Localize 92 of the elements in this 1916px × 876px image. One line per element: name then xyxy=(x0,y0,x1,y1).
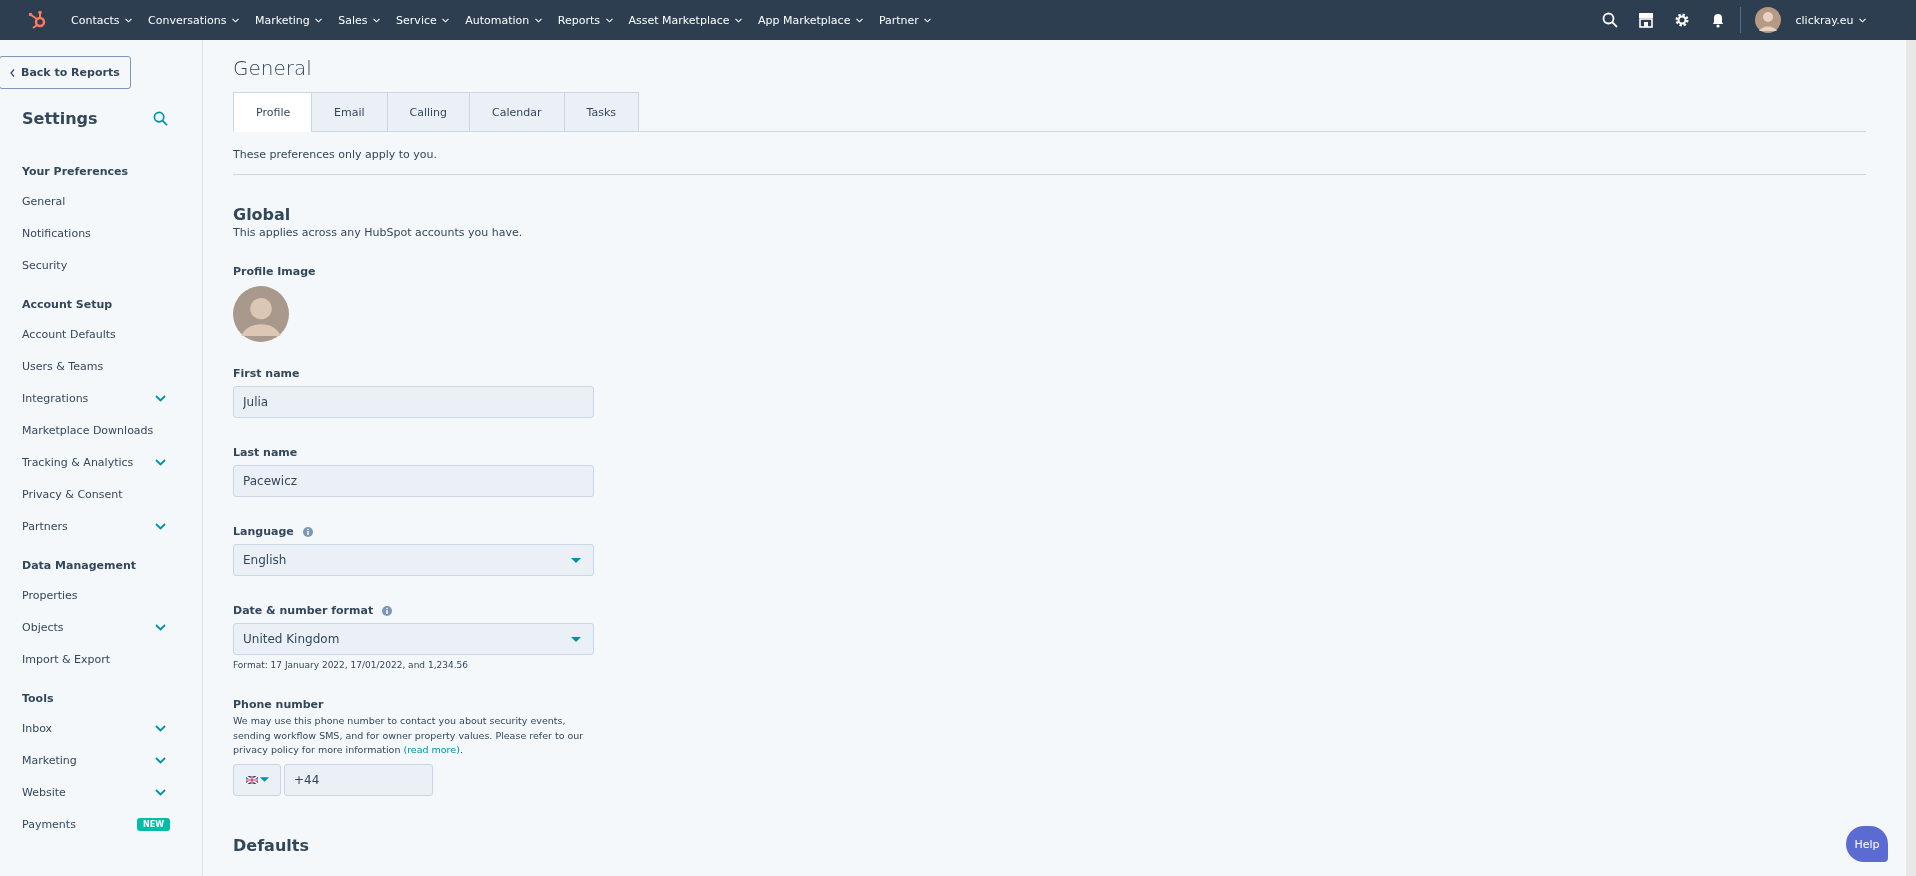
chevron-down-icon xyxy=(232,18,239,23)
sidebar-item[interactable]: Inbox xyxy=(22,721,53,735)
section-heading: Global xyxy=(233,205,292,224)
field-label: Date & number format xyxy=(233,604,374,617)
chevron-down-icon[interactable] xyxy=(155,788,166,796)
chevron-down-icon xyxy=(1859,18,1866,23)
chevron-down-icon[interactable] xyxy=(155,522,166,530)
sidebar-title: Settings xyxy=(22,109,98,128)
info-icon[interactable] xyxy=(382,605,393,616)
nav-menu[interactable]: Partner xyxy=(871,9,939,31)
scrollbar[interactable] xyxy=(1906,40,1916,876)
dropdown-select[interactable]: English xyxy=(233,544,594,576)
sidebar-item[interactable]: Objects xyxy=(22,620,64,634)
sidebar-item[interactable]: Privacy & Consent xyxy=(22,487,123,501)
nav-menu[interactable]: Sales xyxy=(331,9,388,31)
chevron-down-icon xyxy=(605,18,613,23)
caret-icon xyxy=(259,777,269,782)
nav-menu[interactable]: Asset Marketplace xyxy=(621,9,749,31)
tab[interactable]: Profile xyxy=(233,92,312,132)
tab[interactable]: Calendar xyxy=(469,92,565,132)
dropdown-select[interactable]: United Kingdom xyxy=(233,623,594,655)
field-label: First name xyxy=(233,367,300,380)
text-input-field[interactable]: Julia xyxy=(233,386,594,418)
chevron-down-icon[interactable] xyxy=(155,724,166,732)
read-more-link[interactable]: (read more) xyxy=(403,744,460,755)
chevron-down-icon xyxy=(125,18,133,23)
tab[interactable]: Email xyxy=(311,92,388,132)
sidebar-item[interactable]: Account Defaults xyxy=(22,327,116,341)
storefront-icon[interactable] xyxy=(1638,12,1655,28)
sidebar-item[interactable]: Marketplace Downloads xyxy=(22,423,154,437)
uk-flag-icon xyxy=(245,775,258,784)
info-icon[interactable] xyxy=(302,526,313,537)
sprocket-logo-icon[interactable] xyxy=(28,10,48,30)
format-hint: Format: 17 January 2022, 17/01/2022, and 1,234.56 xyxy=(233,660,469,670)
nav-menu[interactable]: Automation xyxy=(458,9,549,31)
nav-menu[interactable]: Marketing xyxy=(248,9,330,31)
tab[interactable]: Tasks xyxy=(563,92,640,132)
text-input-field[interactable]: Pacewicz xyxy=(233,465,594,497)
chevron-down-icon xyxy=(442,18,450,23)
sidebar-item[interactable]: Partners xyxy=(22,519,68,533)
chevron-down-icon[interactable] xyxy=(155,394,166,402)
country-code-dropdown[interactable] xyxy=(233,763,281,796)
caret-icon xyxy=(571,557,581,563)
sidebar-heading: Data Management xyxy=(21,558,138,574)
chevron-down-icon xyxy=(924,18,932,23)
nav-menu[interactable]: Service xyxy=(389,9,457,31)
chevron-down-icon[interactable] xyxy=(155,623,166,631)
avatar-icon[interactable] xyxy=(1755,7,1782,33)
sidebar-heading: Your Preferences xyxy=(21,164,130,180)
intro-text: These preferences only apply to you. xyxy=(233,148,438,161)
sidebar-heading: Tools xyxy=(21,691,55,707)
chevron-down-icon xyxy=(855,18,863,23)
sidebar-item[interactable]: Website xyxy=(22,785,66,799)
sidebar-item[interactable]: Integrations xyxy=(22,391,89,405)
field-description: We may use this phone number to contact you about security events, sending workflow SMS, and for owner property values. Please refer to our privacy policy for more information (read more). xyxy=(233,714,585,757)
nav-menu[interactable]: App Marketplace xyxy=(751,9,870,31)
sidebar-item[interactable]: Payments xyxy=(22,817,76,831)
caret-icon xyxy=(571,636,581,642)
profile-image-placeholder[interactable] xyxy=(233,286,289,342)
page-title: General xyxy=(233,56,313,80)
chevron-left-icon xyxy=(10,68,15,77)
field-label: Last name xyxy=(233,446,298,459)
chevron-down-icon xyxy=(315,18,323,23)
sidebar-item[interactable]: General xyxy=(22,194,66,208)
chevron-down-icon xyxy=(735,18,742,23)
sidebar-heading: Account Setup xyxy=(21,297,114,313)
new-badge: NEW xyxy=(137,817,170,831)
settings-icon[interactable] xyxy=(1674,12,1691,28)
sidebar-item[interactable]: Properties xyxy=(22,588,78,602)
nav-menu[interactable]: Reports xyxy=(550,9,620,31)
chevron-down-icon xyxy=(373,18,381,23)
field-label: Profile Image xyxy=(233,265,317,278)
back-button[interactable]: Back to Reports xyxy=(0,56,131,89)
help-button[interactable]: Help xyxy=(1846,826,1888,862)
nav-menu[interactable]: Conversations xyxy=(141,9,246,31)
account-menu[interactable]: clickray.eu xyxy=(1789,12,1872,28)
field-label: Language xyxy=(233,525,294,538)
sidebar-item[interactable]: Notifications xyxy=(22,226,91,240)
sidebar-item[interactable]: Marketing xyxy=(22,753,77,767)
sidebar-item[interactable]: Security xyxy=(22,258,68,272)
sidebar-item[interactable]: Tracking & Analytics xyxy=(22,455,134,469)
sidebar-item[interactable]: Users & Teams xyxy=(22,359,104,373)
sidebar-item[interactable]: Import & Export xyxy=(22,652,111,666)
search-icon[interactable] xyxy=(1602,12,1619,28)
field-label: Phone number xyxy=(233,698,324,711)
tab[interactable]: Calling xyxy=(386,92,471,132)
chevron-down-icon xyxy=(534,18,542,23)
chevron-down-icon[interactable] xyxy=(155,756,166,764)
nav-menu[interactable]: Contacts xyxy=(64,9,140,31)
phone-number-field[interactable]: +44 xyxy=(284,763,433,796)
section-description: This applies across any HubSpot accounts you have. xyxy=(233,226,524,239)
chevron-down-icon[interactable] xyxy=(155,458,166,466)
